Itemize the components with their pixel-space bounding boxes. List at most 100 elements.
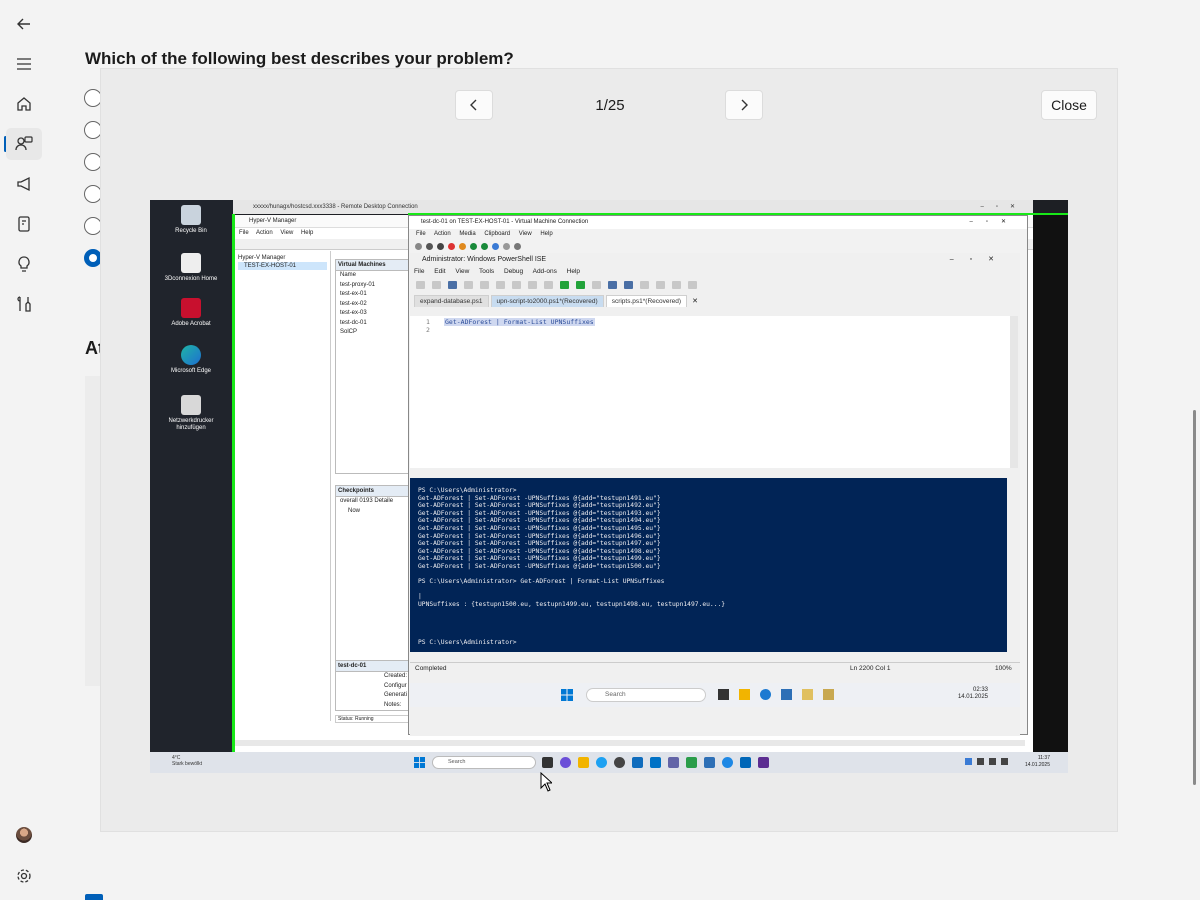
windows-start-icon[interactable] bbox=[561, 689, 573, 701]
vm-row[interactable]: test-ex-02 bbox=[336, 300, 410, 310]
avatar[interactable] bbox=[16, 827, 32, 843]
task-view-icon[interactable] bbox=[542, 757, 553, 768]
console-icon[interactable] bbox=[624, 281, 633, 289]
highlight-line bbox=[232, 214, 235, 773]
editor-scrollbar[interactable] bbox=[1010, 316, 1018, 468]
stop-icon[interactable] bbox=[592, 281, 601, 289]
save-file-icon[interactable] bbox=[448, 281, 457, 289]
remote-desktop-icon[interactable] bbox=[632, 757, 643, 768]
announcements-button[interactable] bbox=[6, 168, 42, 200]
close-button[interactable]: Close bbox=[1041, 90, 1097, 120]
clear-icon[interactable] bbox=[512, 281, 521, 289]
paste-icon[interactable] bbox=[496, 281, 505, 289]
primary-button-edge[interactable] bbox=[85, 894, 103, 900]
file-explorer-icon[interactable] bbox=[739, 689, 750, 700]
desktop-icon: Microsoft Edge bbox=[156, 345, 226, 375]
vm-row[interactable]: test-ex-03 bbox=[336, 309, 410, 319]
ise-menu: File Edit View Tools Debug Add-ons Help bbox=[414, 268, 581, 275]
ctrl-alt-del-icon[interactable] bbox=[415, 242, 422, 250]
app-icon[interactable] bbox=[740, 757, 751, 768]
weather-widget[interactable]: 4°C Stark bewölkt bbox=[158, 755, 202, 767]
settings-button[interactable] bbox=[6, 860, 42, 892]
host-taskbar: 4°C Stark bewölkt Search 11:37 14.01.2025 bbox=[150, 752, 1068, 773]
task-view-icon[interactable] bbox=[718, 689, 729, 700]
window-controls[interactable]: –▫✕ bbox=[950, 253, 1010, 267]
device-button[interactable] bbox=[6, 208, 42, 240]
app-icon[interactable] bbox=[686, 757, 697, 768]
powershell-ise-icon[interactable] bbox=[781, 689, 792, 700]
host-clock[interactable]: 11:37 14.01.2025 bbox=[1010, 755, 1050, 769]
script-editor[interactable]: 1 2 Get-ADForest | Format-List UPNSuffix… bbox=[410, 316, 1010, 468]
get-help-button[interactable] bbox=[6, 128, 42, 160]
edge-icon[interactable] bbox=[760, 689, 771, 700]
cut-icon[interactable] bbox=[464, 281, 473, 289]
app-icon[interactable] bbox=[614, 757, 625, 768]
tab-script-active[interactable]: scripts.ps1*(Recovered) bbox=[605, 295, 688, 307]
checkpoint-icon[interactable] bbox=[492, 242, 499, 250]
outlook-icon[interactable] bbox=[650, 757, 661, 768]
acrobat-icon bbox=[181, 298, 201, 318]
app-icon[interactable] bbox=[704, 757, 715, 768]
layout-side-icon[interactable] bbox=[656, 281, 665, 289]
back-button[interactable] bbox=[6, 8, 42, 40]
tray-icon[interactable] bbox=[965, 758, 972, 765]
left-rail bbox=[0, 0, 48, 900]
run-selection-icon[interactable] bbox=[576, 281, 585, 289]
battery-icon[interactable] bbox=[1001, 758, 1008, 765]
vm-row[interactable]: test-ex-01 bbox=[336, 290, 410, 300]
revert-icon[interactable] bbox=[503, 242, 510, 250]
host-desktop-right bbox=[1033, 214, 1068, 752]
home-button[interactable] bbox=[6, 88, 42, 120]
copy-icon[interactable] bbox=[480, 281, 489, 289]
reset-icon[interactable] bbox=[481, 242, 488, 250]
app-icon[interactable] bbox=[758, 757, 769, 768]
vm-search-box[interactable]: Search bbox=[586, 688, 706, 702]
host-search-box[interactable]: Search bbox=[432, 756, 536, 769]
app-icon[interactable] bbox=[823, 689, 834, 700]
enhanced-session-icon[interactable] bbox=[514, 242, 521, 250]
turn-off-icon[interactable] bbox=[437, 242, 444, 250]
pause-icon[interactable] bbox=[470, 242, 477, 250]
volume-icon[interactable] bbox=[989, 758, 996, 765]
new-file-icon[interactable] bbox=[416, 281, 425, 289]
hyperv-scrollbar[interactable] bbox=[235, 740, 1025, 746]
edge-icon[interactable] bbox=[596, 757, 607, 768]
copilot-icon[interactable] bbox=[560, 757, 571, 768]
next-button[interactable] bbox=[725, 90, 763, 120]
commands-icon[interactable] bbox=[688, 281, 697, 289]
app-icon[interactable] bbox=[722, 757, 733, 768]
redo-icon[interactable] bbox=[544, 281, 553, 289]
shutdown-icon[interactable] bbox=[448, 242, 455, 250]
windows-start-icon[interactable] bbox=[414, 757, 425, 768]
previous-button[interactable] bbox=[455, 90, 493, 120]
vm-row[interactable]: test-dc-01 bbox=[336, 319, 410, 329]
open-file-icon[interactable] bbox=[432, 281, 441, 289]
wifi-icon[interactable] bbox=[977, 758, 984, 765]
remote-session-icon[interactable] bbox=[608, 281, 617, 289]
menu-button[interactable] bbox=[6, 48, 42, 80]
tools-icon[interactable] bbox=[802, 689, 813, 700]
tips-button[interactable] bbox=[6, 248, 42, 280]
undo-icon[interactable] bbox=[528, 281, 537, 289]
tab-script[interactable]: upn-script-to2000.ps1*(Recovered) bbox=[490, 295, 604, 307]
tools-button[interactable] bbox=[6, 288, 42, 320]
save-icon[interactable] bbox=[459, 242, 466, 250]
close-tab-icon[interactable]: ✕ bbox=[689, 297, 701, 307]
tab-script[interactable]: expand-database.ps1 bbox=[414, 295, 489, 307]
page-scrollbar[interactable] bbox=[1193, 410, 1196, 785]
printer-icon bbox=[181, 395, 201, 415]
teams-icon[interactable] bbox=[668, 757, 679, 768]
vm-row[interactable]: test-proxy-01 bbox=[336, 281, 410, 291]
vm-row[interactable]: SolCP bbox=[336, 328, 410, 338]
vm-taskbar-apps bbox=[718, 689, 834, 700]
layout-max-icon[interactable] bbox=[672, 281, 681, 289]
start-icon[interactable] bbox=[426, 242, 433, 250]
tools-icon bbox=[17, 296, 31, 312]
window-controls[interactable]: –▫✕ bbox=[970, 216, 1020, 229]
run-script-icon[interactable] bbox=[560, 281, 569, 289]
console-pane[interactable]: PS C:\Users\Administrator> Get-ADForest … bbox=[410, 478, 1007, 652]
question-title: Which of the following best describes yo… bbox=[85, 49, 514, 68]
file-explorer-icon[interactable] bbox=[578, 757, 589, 768]
layout-icon[interactable] bbox=[640, 281, 649, 289]
window-controls[interactable]: –▫✕ bbox=[981, 200, 1028, 214]
